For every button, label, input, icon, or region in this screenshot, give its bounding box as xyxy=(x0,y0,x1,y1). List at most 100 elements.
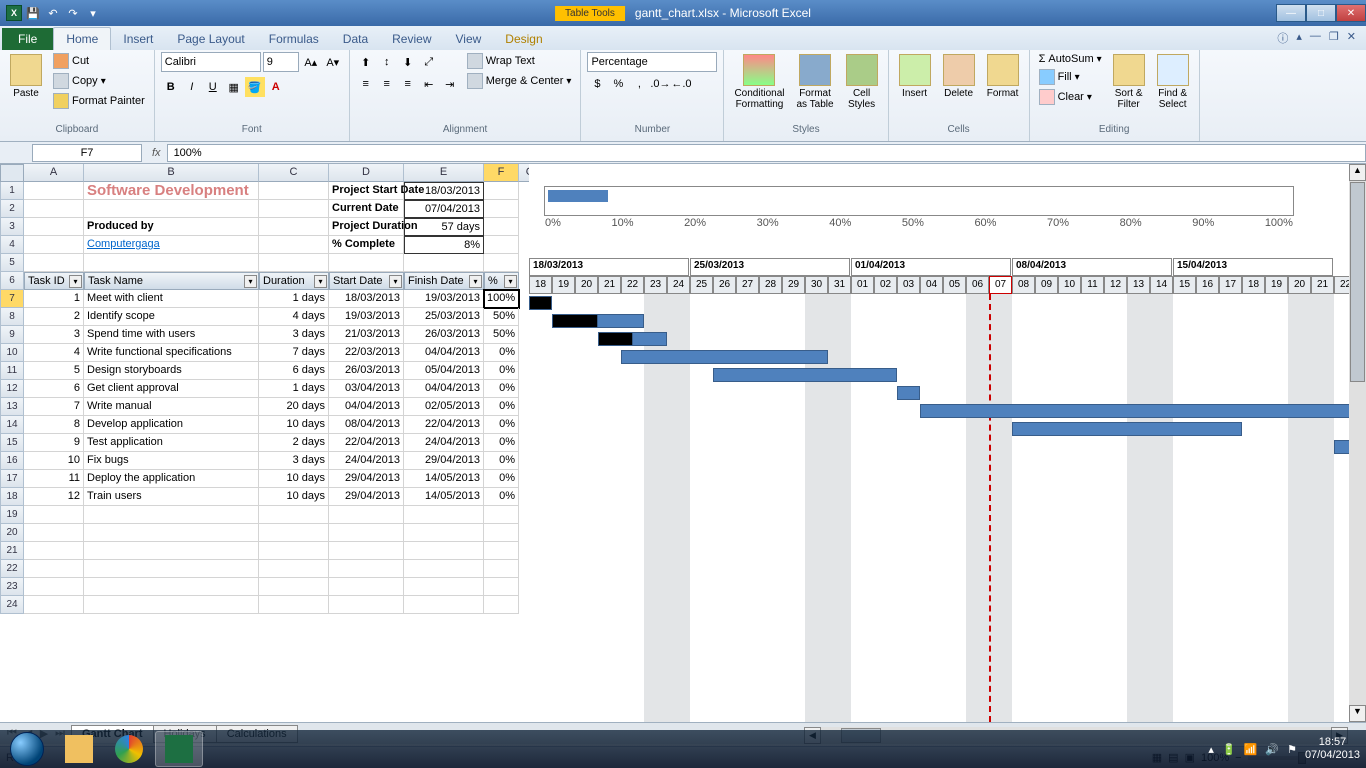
table-header[interactable]: Duration▾ xyxy=(259,272,329,290)
scroll-up-icon[interactable]: ▲ xyxy=(1349,164,1366,181)
cell[interactable] xyxy=(84,578,259,596)
filter-dropdown-icon[interactable]: ▾ xyxy=(469,275,482,288)
sort-filter-button[interactable]: Sort & Filter xyxy=(1109,52,1149,112)
format-cells-button[interactable]: Format xyxy=(983,52,1023,101)
cell[interactable] xyxy=(484,254,519,272)
tab-file[interactable]: File xyxy=(2,28,53,50)
scroll-down-icon[interactable]: ▼ xyxy=(1349,705,1366,722)
pct-cell[interactable]: 0% xyxy=(484,488,519,506)
help-icon[interactable]: ⓘ xyxy=(1277,30,1288,46)
filter-dropdown-icon[interactable]: ▾ xyxy=(244,275,257,288)
row-header[interactable]: 8 xyxy=(0,308,24,326)
row-header[interactable]: 21 xyxy=(0,542,24,560)
scroll-thumb[interactable] xyxy=(1350,182,1365,382)
row-header[interactable]: 7 xyxy=(0,290,24,308)
cell[interactable] xyxy=(484,542,519,560)
table-header[interactable]: %▾ xyxy=(484,272,519,290)
formula-input[interactable] xyxy=(167,144,1366,162)
cell[interactable] xyxy=(329,524,404,542)
cell[interactable]: 1 days xyxy=(259,290,329,308)
copy-button[interactable]: Copy ▾ xyxy=(50,72,148,90)
cell[interactable] xyxy=(329,506,404,524)
align-center-icon[interactable]: ≡ xyxy=(377,74,397,94)
cell[interactable]: 22/03/2013 xyxy=(329,344,404,362)
cell[interactable]: 1 xyxy=(24,290,84,308)
row-header[interactable]: 13 xyxy=(0,398,24,416)
pct-cell[interactable]: 0% xyxy=(484,434,519,452)
name-box[interactable] xyxy=(32,144,142,162)
cell[interactable] xyxy=(259,596,329,614)
fill-color-button[interactable]: 🪣 xyxy=(245,77,265,97)
cell[interactable] xyxy=(24,596,84,614)
row-header[interactable]: 18 xyxy=(0,488,24,506)
column-header[interactable]: A xyxy=(24,164,84,182)
number-format-select[interactable] xyxy=(587,52,717,72)
workbook-close-icon[interactable]: ✕ xyxy=(1347,30,1356,46)
filter-dropdown-icon[interactable]: ▾ xyxy=(504,275,517,288)
cell[interactable]: Design storyboards xyxy=(84,362,259,380)
cell[interactable]: 10 days xyxy=(259,470,329,488)
cell[interactable] xyxy=(24,506,84,524)
close-button[interactable]: ✕ xyxy=(1336,4,1366,22)
cell[interactable]: 57 days xyxy=(404,218,484,236)
cell[interactable]: Fix bugs xyxy=(84,452,259,470)
cell[interactable]: 26/03/2013 xyxy=(404,326,484,344)
cell[interactable] xyxy=(24,542,84,560)
cell[interactable] xyxy=(404,524,484,542)
cell[interactable] xyxy=(484,506,519,524)
bold-button[interactable]: B xyxy=(161,77,181,97)
shrink-font-icon[interactable]: A▾ xyxy=(323,52,343,72)
cell[interactable] xyxy=(329,578,404,596)
italic-button[interactable]: I xyxy=(182,77,202,97)
cell[interactable]: 29/04/2013 xyxy=(329,470,404,488)
tab-review[interactable]: Review xyxy=(380,28,443,50)
cell[interactable]: 26/03/2013 xyxy=(329,362,404,380)
cell[interactable] xyxy=(329,542,404,560)
cell[interactable] xyxy=(24,182,84,200)
qat-customize-icon[interactable]: ▾ xyxy=(84,4,102,22)
cell[interactable]: 29/04/2013 xyxy=(329,488,404,506)
cell[interactable] xyxy=(259,236,329,254)
indent-inc-icon[interactable]: ⇥ xyxy=(440,74,460,94)
tray-flag-icon[interactable]: ⚑ xyxy=(1287,743,1297,756)
cell[interactable] xyxy=(259,254,329,272)
tab-formulas[interactable]: Formulas xyxy=(257,28,331,50)
insert-cells-button[interactable]: Insert xyxy=(895,52,935,101)
row-header[interactable]: 2 xyxy=(0,200,24,218)
border-button[interactable]: ▦ xyxy=(224,77,244,97)
cell[interactable] xyxy=(484,218,519,236)
cell[interactable] xyxy=(24,254,84,272)
cell[interactable]: 24/04/2013 xyxy=(404,434,484,452)
font-color-button[interactable]: A xyxy=(266,77,286,97)
cell[interactable] xyxy=(259,542,329,560)
pct-cell[interactable]: 0% xyxy=(484,398,519,416)
column-header[interactable]: C xyxy=(259,164,329,182)
cell[interactable]: 14/05/2013 xyxy=(404,470,484,488)
conditional-formatting-button[interactable]: Conditional Formatting xyxy=(730,52,788,112)
cell[interactable] xyxy=(84,542,259,560)
pct-cell[interactable]: 0% xyxy=(484,452,519,470)
select-all-corner[interactable] xyxy=(0,164,24,182)
tab-view[interactable]: View xyxy=(444,28,494,50)
row-header[interactable]: 1 xyxy=(0,182,24,200)
tab-insert[interactable]: Insert xyxy=(111,28,165,50)
pct-cell[interactable]: 0% xyxy=(484,470,519,488)
cell[interactable]: 21/03/2013 xyxy=(329,326,404,344)
save-icon[interactable]: 💾 xyxy=(24,4,42,22)
cell[interactable]: 2 days xyxy=(259,434,329,452)
cell[interactable]: 19/03/2013 xyxy=(329,308,404,326)
wrap-text-button[interactable]: Wrap Text xyxy=(464,52,575,70)
align-bottom-icon[interactable]: ⬇ xyxy=(398,52,418,72)
find-select-button[interactable]: Find & Select xyxy=(1153,52,1193,112)
column-header[interactable]: B xyxy=(84,164,259,182)
cell[interactable] xyxy=(84,524,259,542)
format-as-table-button[interactable]: Format as Table xyxy=(792,52,837,112)
cell[interactable]: Get client approval xyxy=(84,380,259,398)
dec-decimal-icon[interactable]: ←.0 xyxy=(671,74,691,94)
cell[interactable]: 9 xyxy=(24,434,84,452)
taskbar-explorer[interactable] xyxy=(55,731,103,767)
cell[interactable]: Test application xyxy=(84,434,259,452)
row-header[interactable]: 16 xyxy=(0,452,24,470)
cell[interactable] xyxy=(484,236,519,254)
cell[interactable]: Produced by xyxy=(84,218,259,236)
